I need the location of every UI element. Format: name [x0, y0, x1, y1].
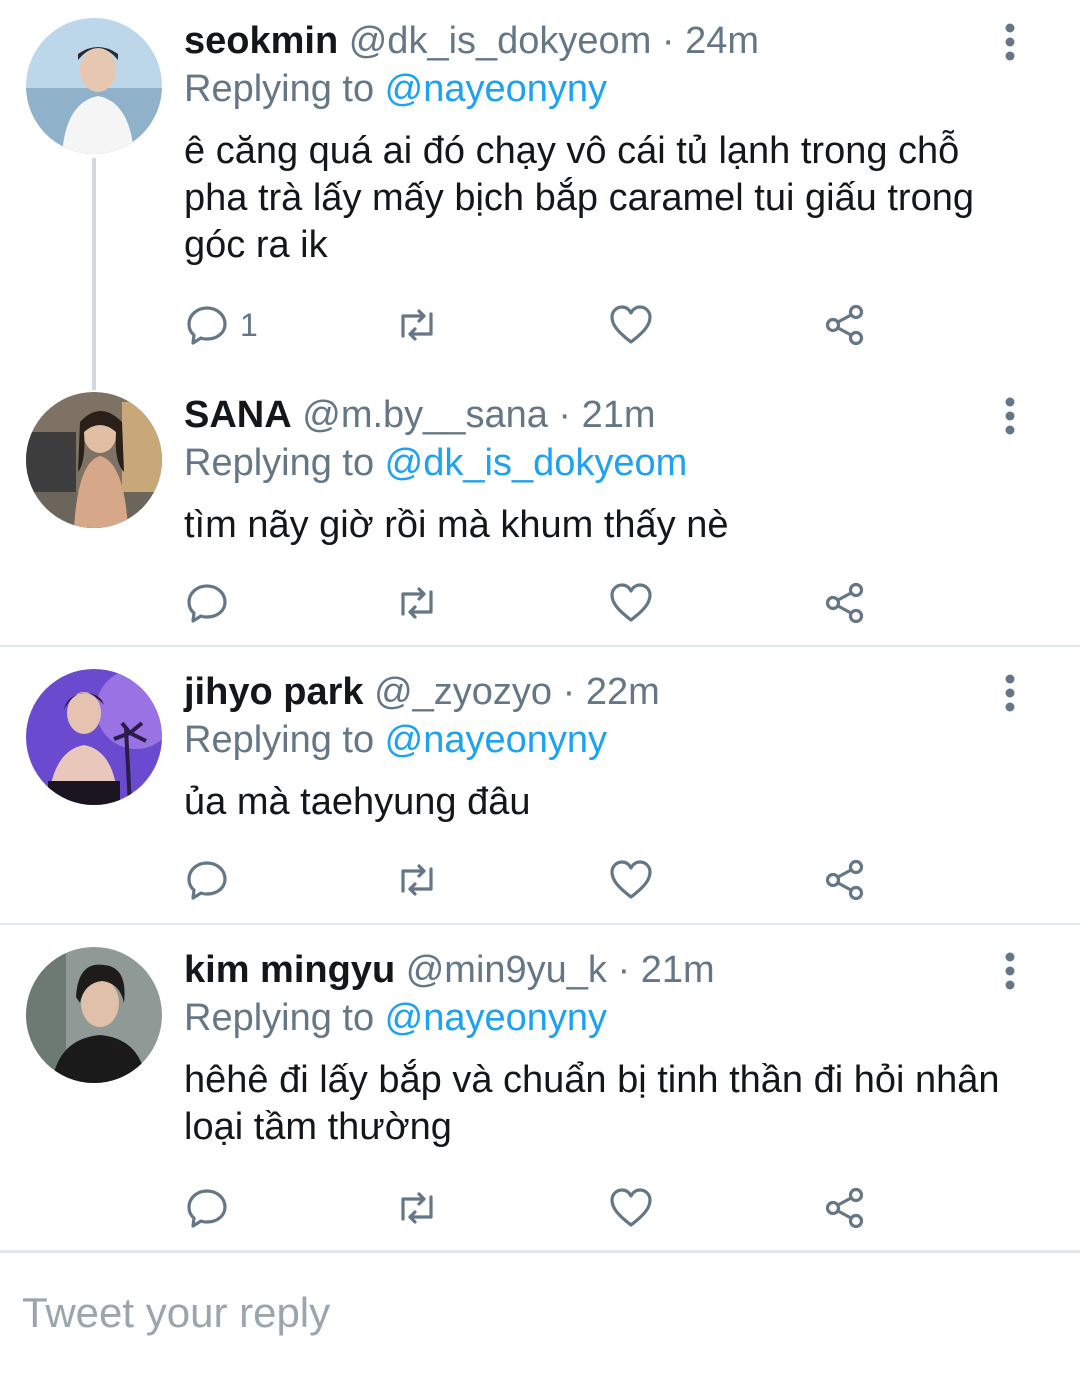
reply-button[interactable] — [184, 578, 230, 628]
mention-link[interactable]: @nayeonyny — [385, 997, 607, 1039]
tweet-jihyo[interactable]: jihyo park @_zyozyo · 22m Replying to @n… — [0, 647, 1080, 924]
share-icon — [825, 582, 864, 624]
tweet-text: hêhê đi lấy bắp và chuẩn bị tinh thần đi… — [184, 1059, 1000, 1148]
heart-icon — [610, 583, 652, 622]
like-button[interactable] — [608, 855, 654, 905]
replying-to: Replying to @nayeonyny — [184, 66, 607, 112]
tweet-header: kim mingyu @min9yu_k · 21m — [184, 947, 715, 993]
tweet-header: SANA @m.by__sana · 21m — [184, 392, 656, 438]
timestamp[interactable]: 24m — [685, 20, 759, 62]
tweet-header: seokmin @dk_is_dokyeom · 24m — [184, 18, 759, 64]
tweet-actions: 1 — [184, 300, 884, 350]
share-icon — [825, 859, 864, 901]
share-button[interactable] — [822, 1183, 868, 1233]
timestamp[interactable]: 21m — [641, 949, 715, 991]
reply-count: 1 — [240, 306, 258, 343]
more-vertical-icon[interactable] — [996, 22, 1024, 62]
tweet-text: ê căng quá ai đó chạy vô cái tủ lạnh tro… — [184, 130, 974, 266]
heart-icon — [610, 860, 652, 899]
tweet-actions — [184, 578, 884, 628]
avatar[interactable] — [26, 669, 162, 805]
retweet-button[interactable] — [394, 1183, 440, 1233]
separator: · — [562, 671, 576, 713]
display-name[interactable]: SANA — [184, 394, 292, 436]
reply-input[interactable]: Tweet your reply — [22, 1289, 330, 1337]
reply-icon — [187, 306, 227, 345]
more-vertical-icon[interactable] — [996, 951, 1024, 991]
replying-to: Replying to @dk_is_dokyeom — [184, 440, 687, 486]
display-name[interactable]: seokmin — [184, 20, 338, 62]
replying-prefix: Replying to — [184, 719, 385, 761]
reply-icon — [187, 861, 227, 900]
tweet-text: tìm nãy giờ rồi mà khum thấy nè — [184, 504, 729, 546]
timestamp[interactable]: 22m — [586, 671, 660, 713]
retweet-icon — [401, 587, 433, 619]
tweet-mingyu[interactable]: kim mingyu @min9yu_k · 21m Replying to @… — [0, 925, 1080, 1250]
share-icon — [825, 1187, 864, 1229]
reply-icon — [187, 1189, 227, 1228]
retweet-icon — [401, 864, 433, 896]
retweet-icon — [401, 1192, 433, 1224]
user-handle[interactable]: @m.by__sana — [302, 394, 548, 436]
reply-composer[interactable]: Tweet your reply — [0, 1250, 1080, 1377]
share-button[interactable] — [822, 300, 868, 350]
tweet-sana[interactable]: SANA @m.by__sana · 21m Replying to @dk_i… — [0, 380, 1080, 646]
mention-link[interactable]: @nayeonyny — [385, 719, 607, 761]
thread-line — [92, 158, 96, 390]
display-name[interactable]: kim mingyu — [184, 949, 395, 991]
retweet-button[interactable] — [394, 578, 440, 628]
mention-link[interactable]: @nayeonyny — [385, 68, 607, 110]
share-icon — [825, 304, 864, 346]
share-button[interactable] — [822, 855, 868, 905]
separator: · — [558, 394, 572, 436]
separator: · — [617, 949, 631, 991]
user-handle[interactable]: @_zyozyo — [374, 671, 552, 713]
like-button[interactable] — [608, 1183, 654, 1233]
avatar[interactable] — [26, 392, 162, 528]
separator: · — [661, 20, 675, 62]
tweet-text: ủa mà taehyung đâu — [184, 781, 531, 823]
avatar[interactable] — [26, 947, 162, 1083]
reply-feed: seokmin @dk_is_dokyeom · 24m Replying to… — [0, 0, 1080, 1377]
heart-icon — [610, 305, 652, 344]
avatar[interactable] — [26, 18, 162, 154]
replying-to: Replying to @nayeonyny — [184, 717, 607, 763]
reply-button[interactable] — [184, 855, 230, 905]
like-button[interactable] — [608, 578, 654, 628]
timestamp[interactable]: 21m — [582, 394, 656, 436]
retweet-icon — [401, 309, 433, 341]
tweet-actions — [184, 855, 884, 905]
replying-prefix: Replying to — [184, 997, 385, 1039]
user-handle[interactable]: @min9yu_k — [406, 949, 607, 991]
replying-prefix: Replying to — [184, 68, 385, 110]
display-name[interactable]: jihyo park — [184, 671, 364, 713]
mention-link[interactable]: @dk_is_dokyeom — [385, 442, 688, 484]
reply-button[interactable] — [184, 1183, 230, 1233]
reply-icon — [187, 584, 227, 623]
heart-icon — [610, 1188, 652, 1227]
more-vertical-icon[interactable] — [996, 673, 1024, 713]
like-button[interactable] — [608, 300, 654, 350]
reply-button[interactable]: 1 — [184, 300, 258, 350]
tweet-seokmin[interactable]: seokmin @dk_is_dokyeom · 24m Replying to… — [0, 0, 1080, 390]
retweet-button[interactable] — [394, 300, 440, 350]
replying-prefix: Replying to — [184, 442, 385, 484]
tweet-header: jihyo park @_zyozyo · 22m — [184, 669, 660, 715]
share-button[interactable] — [822, 578, 868, 628]
retweet-button[interactable] — [394, 855, 440, 905]
replying-to: Replying to @nayeonyny — [184, 995, 607, 1041]
user-handle[interactable]: @dk_is_dokyeom — [349, 20, 652, 62]
more-vertical-icon[interactable] — [996, 396, 1024, 436]
tweet-actions — [184, 1183, 884, 1233]
